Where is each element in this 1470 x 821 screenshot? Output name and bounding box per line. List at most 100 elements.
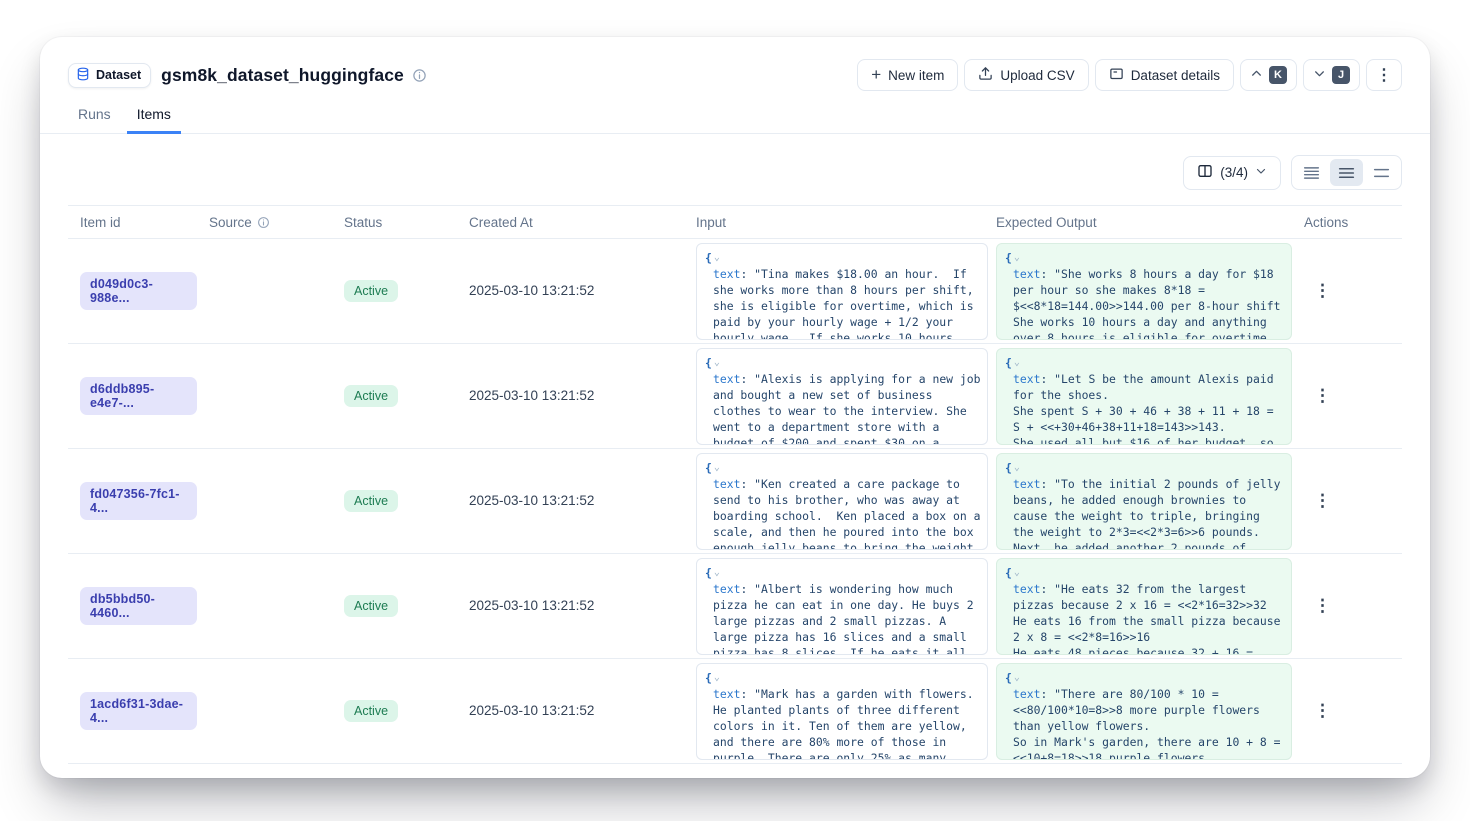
table-header-row: Item id Source Status Created At Input E… <box>68 205 1402 239</box>
expected-output-json-cell[interactable]: {⌄ text: "There are 80/100 * 10 = <<80/1… <box>996 663 1292 760</box>
row-height-large-button[interactable] <box>1365 159 1398 186</box>
input-text: "Alexis is applying for a new job and bo… <box>713 372 980 445</box>
column-header-actions: Actions <box>1292 215 1402 230</box>
kebab-icon: ⋮ <box>1314 701 1331 720</box>
shortcut-key-badge: K <box>1269 66 1287 84</box>
table-row[interactable]: fd047356-7fc1-4... Active 2025-03-10 13:… <box>68 449 1402 554</box>
next-item-button[interactable]: J <box>1303 59 1360 91</box>
json-open-brace: { <box>1005 356 1012 370</box>
json-open-brace: { <box>1005 461 1012 475</box>
row-height-medium-button[interactable] <box>1330 159 1363 186</box>
columns-count: (3/4) <box>1220 165 1248 180</box>
tab-items[interactable]: Items <box>127 99 181 134</box>
plus-icon: + <box>871 66 881 83</box>
expected-output-json-cell[interactable]: {⌄ text: "He eats 32 from the largest pi… <box>996 558 1292 655</box>
table-row[interactable]: d6ddb895-e4e7-... Active 2025-03-10 13:2… <box>68 344 1402 449</box>
tab-runs[interactable]: Runs <box>68 99 121 134</box>
more-actions-button[interactable]: ⋮ <box>1366 59 1402 91</box>
kebab-icon: ⋮ <box>1314 491 1331 510</box>
row-actions-button[interactable]: ⋮ <box>1306 382 1339 410</box>
item-id-badge[interactable]: db5bbd50-4460... <box>80 587 197 625</box>
expected-output-json-cell[interactable]: {⌄ text: "Let S be the amount Alexis pai… <box>996 348 1292 445</box>
item-id-badge[interactable]: fd047356-7fc1-4... <box>80 482 197 520</box>
dataset-details-button[interactable]: Dataset details <box>1095 59 1234 91</box>
json-open-brace: { <box>1005 671 1012 685</box>
app-window: Dataset gsm8k_dataset_huggingface + New … <box>40 37 1430 778</box>
column-header-source[interactable]: Source <box>197 215 332 230</box>
item-id-badge[interactable]: d6ddb895-e4e7-... <box>80 377 197 415</box>
expected-output-text: "There are 80/100 * 10 = <<80/100*10=8>>… <box>1013 687 1280 760</box>
json-open-brace: { <box>705 566 712 580</box>
expected-output-json-cell[interactable]: {⌄ text: "She works 8 hours a day for $1… <box>996 243 1292 340</box>
page-title: gsm8k_dataset_huggingface <box>161 65 404 86</box>
status-badge: Active <box>344 385 398 407</box>
expected-output-text: "He eats 32 from the largest pizzas beca… <box>1013 582 1280 655</box>
column-header-created-at[interactable]: Created At <box>457 215 684 230</box>
expected-output-json-cell[interactable]: {⌄ text: "To the initial 2 pounds of jel… <box>996 453 1292 550</box>
column-header-status[interactable]: Status <box>332 215 457 230</box>
chevron-down-icon[interactable]: ⌄ <box>1014 357 1020 368</box>
json-open-brace: { <box>705 251 712 265</box>
chevron-down-icon[interactable]: ⌄ <box>1014 252 1020 263</box>
dataset-details-icon <box>1109 66 1124 84</box>
kebab-icon: ⋮ <box>1314 281 1331 300</box>
json-open-brace: { <box>705 671 712 685</box>
created-at-value: 2025-03-10 13:21:52 <box>469 598 594 613</box>
upload-csv-label: Upload CSV <box>1000 68 1074 83</box>
header: Dataset gsm8k_dataset_huggingface + New … <box>40 37 1430 99</box>
item-id-badge[interactable]: d049d0c3-988e... <box>80 272 197 310</box>
created-at-value: 2025-03-10 13:21:52 <box>469 283 594 298</box>
chevron-down-icon <box>1313 67 1326 83</box>
column-header-expected-output[interactable]: Expected Output <box>984 215 1292 230</box>
new-item-label: New item <box>888 68 944 83</box>
dataset-badge-label: Dataset <box>96 68 141 82</box>
row-actions-button[interactable]: ⋮ <box>1306 697 1339 725</box>
chevron-down-icon[interactable]: ⌄ <box>714 567 720 578</box>
json-open-brace: { <box>1005 251 1012 265</box>
info-icon[interactable] <box>257 216 270 229</box>
status-badge: Active <box>344 595 398 617</box>
input-json-cell[interactable]: {⌄ text: "Ken created a care package to … <box>696 453 988 550</box>
table-row[interactable]: d049d0c3-988e... Active 2025-03-10 13:21… <box>68 239 1402 344</box>
chevron-down-icon[interactable]: ⌄ <box>714 357 720 368</box>
previous-item-button[interactable]: K <box>1240 59 1297 91</box>
kebab-icon: ⋮ <box>1314 386 1331 405</box>
chevron-down-icon[interactable]: ⌄ <box>1014 672 1020 683</box>
row-actions-button[interactable]: ⋮ <box>1306 277 1339 305</box>
input-json-cell[interactable]: {⌄ text: "Alexis is applying for a new j… <box>696 348 988 445</box>
created-at-value: 2025-03-10 13:21:52 <box>469 493 594 508</box>
input-json-cell[interactable]: {⌄ text: "Mark has a garden with flowers… <box>696 663 988 760</box>
input-json-cell[interactable]: {⌄ text: "Albert is wondering how much p… <box>696 558 988 655</box>
status-badge: Active <box>344 700 398 722</box>
input-text: "Ken created a care package to send to h… <box>713 477 980 550</box>
table-row[interactable]: 1acd6f31-3dae-4... Active 2025-03-10 13:… <box>68 659 1402 764</box>
expected-output-text: "She works 8 hours a day for $18 per hou… <box>1013 267 1280 340</box>
columns-selector-button[interactable]: (3/4) <box>1183 156 1281 190</box>
chevron-down-icon[interactable]: ⌄ <box>714 252 720 263</box>
upload-icon <box>978 66 993 84</box>
chevron-down-icon[interactable]: ⌄ <box>714 672 720 683</box>
chevron-down-icon[interactable]: ⌄ <box>714 462 720 473</box>
created-at-value: 2025-03-10 13:21:52 <box>469 703 594 718</box>
kebab-icon: ⋮ <box>1376 65 1392 85</box>
database-icon <box>76 67 90 84</box>
info-icon[interactable] <box>412 68 427 83</box>
table-toolbar: (3/4) <box>40 134 1430 205</box>
row-height-small-button[interactable] <box>1295 159 1328 186</box>
column-header-input[interactable]: Input <box>684 215 984 230</box>
created-at-value: 2025-03-10 13:21:52 <box>469 388 594 403</box>
upload-csv-button[interactable]: Upload CSV <box>964 59 1088 91</box>
chevron-up-icon <box>1250 67 1263 83</box>
chevron-down-icon[interactable]: ⌄ <box>1014 462 1020 473</box>
row-actions-button[interactable]: ⋮ <box>1306 592 1339 620</box>
chevron-down-icon[interactable]: ⌄ <box>1014 567 1020 578</box>
kebab-icon: ⋮ <box>1314 596 1331 615</box>
tabs: Runs Items <box>40 99 1430 134</box>
column-header-item-id[interactable]: Item id <box>68 215 197 230</box>
input-json-cell[interactable]: {⌄ text: "Tina makes $18.00 an hour. If … <box>696 243 988 340</box>
row-actions-button[interactable]: ⋮ <box>1306 487 1339 515</box>
new-item-button[interactable]: + New item <box>857 59 958 91</box>
item-id-badge[interactable]: 1acd6f31-3dae-4... <box>80 692 197 730</box>
table-row[interactable]: db5bbd50-4460... Active 2025-03-10 13:21… <box>68 554 1402 659</box>
json-open-brace: { <box>705 461 712 475</box>
